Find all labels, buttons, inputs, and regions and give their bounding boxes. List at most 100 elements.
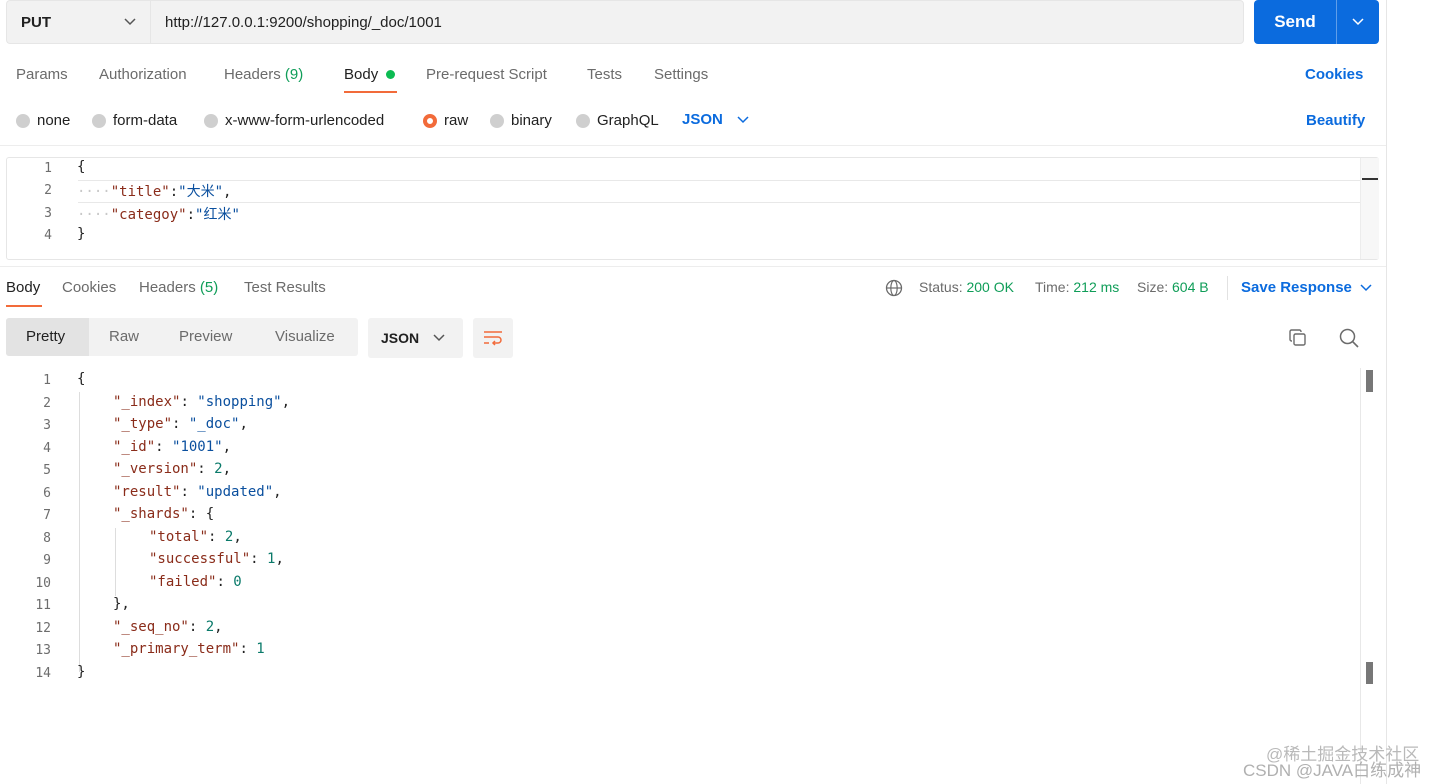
tab-tests[interactable]: Tests (587, 66, 622, 83)
radio-indicator (576, 113, 590, 128)
json-value: "shopping" (197, 394, 282, 410)
code-line: "_version": 2, (113, 461, 232, 477)
search-icon[interactable] (1338, 327, 1360, 349)
editor-scrollbar[interactable] (1360, 158, 1379, 259)
radio-none[interactable]: none (16, 112, 70, 129)
response-tab-test-results[interactable]: Test Results (244, 279, 326, 296)
radio-label: x-www-form-urlencoded (225, 112, 385, 129)
response-format-label: JSON (381, 330, 420, 346)
line-number: 3 (44, 206, 52, 221)
line-number: 10 (35, 576, 51, 591)
copy-icon[interactable] (1288, 328, 1308, 348)
json-value: "1001" (172, 439, 223, 455)
radio-raw[interactable]: raw (423, 112, 468, 129)
response-tab-body[interactable]: Body (6, 279, 40, 296)
code-line: { (77, 159, 85, 175)
tab-params[interactable]: Params (16, 66, 68, 83)
tab-body[interactable]: Body (344, 66, 378, 83)
brace: } (77, 226, 86, 242)
brace: }, (113, 596, 130, 612)
json-sep: , (223, 184, 232, 200)
line-number: 1 (43, 373, 51, 388)
indent-guide (115, 528, 116, 596)
radio-x-www-form-urlencoded[interactable]: x-www-form-urlencoded (204, 112, 384, 129)
chevron-down-icon (1360, 283, 1372, 291)
radio-indicator (204, 113, 218, 128)
view-mode-visualize[interactable]: Visualize (275, 328, 335, 345)
code-line: "_shards": { (113, 506, 215, 522)
active-tab-indicator (6, 305, 42, 307)
line-number: 8 (43, 531, 51, 546)
json-key: "successful" (149, 551, 251, 567)
send-button[interactable]: Send (1254, 0, 1379, 44)
send-label: Send (1274, 12, 1316, 31)
view-mode-preview[interactable]: Preview (179, 328, 232, 345)
tab-authorization[interactable]: Authorization (99, 66, 187, 83)
wrap-lines-icon (484, 331, 502, 346)
json-value: "updated" (197, 484, 274, 500)
view-mode-pretty[interactable]: Pretty (26, 328, 65, 345)
pane-divider[interactable] (1386, 0, 1387, 784)
code-line: "failed": 0 (149, 574, 242, 590)
line-number: 3 (43, 418, 51, 433)
radio-label: raw (444, 112, 469, 129)
json-key: "_primary_term" (113, 641, 240, 657)
code-line: "successful": 1, (149, 551, 284, 567)
json-key: "result" (113, 484, 181, 500)
line-number: 12 (35, 621, 51, 636)
json-sep: : (169, 184, 179, 200)
chevron-down-icon (124, 18, 136, 26)
status-label: Status: (919, 279, 963, 295)
tab-headers-count: (9) (284, 66, 304, 83)
scroll-marker[interactable] (1366, 662, 1373, 684)
wrap-lines-button[interactable] (473, 318, 513, 358)
response-tab-headers[interactable]: Headers (5) (139, 279, 218, 296)
scroll-marker[interactable] (1366, 370, 1373, 392)
response-format-select[interactable]: JSON (368, 318, 463, 358)
save-response-button[interactable]: Save Response (1241, 279, 1372, 296)
beautify-link[interactable]: Beautify (1306, 112, 1365, 129)
json-value: 2 (214, 461, 223, 477)
send-options-button[interactable] (1337, 18, 1379, 26)
scroll-thumb[interactable] (1362, 178, 1378, 180)
response-tab-cookies[interactable]: Cookies (62, 279, 116, 296)
code-line: ····"title":"大米", (77, 181, 231, 201)
line-number: 7 (43, 508, 51, 523)
json-value: 0 (233, 574, 242, 590)
tab-headers[interactable]: Headers (9) (224, 66, 303, 83)
divider (0, 145, 1386, 146)
json-value: 2 (224, 529, 234, 545)
tab-settings[interactable]: Settings (654, 66, 708, 83)
code-line: }, (113, 596, 130, 612)
tab-pre-request-script[interactable]: Pre-request Script (426, 66, 547, 83)
radio-indicator (490, 113, 504, 128)
json-value: 1 (256, 641, 265, 657)
radio-binary[interactable]: binary (490, 112, 552, 129)
code-line: { (77, 371, 85, 387)
line-number: 11 (35, 598, 51, 613)
time-readout: Time: 212 ms (1035, 279, 1119, 295)
line-number: 1 (44, 161, 52, 176)
size-label: Size: (1137, 279, 1169, 295)
brace: { (205, 506, 215, 522)
method-select[interactable]: PUT (6, 0, 150, 44)
code-line: "_type": "_doc", (113, 416, 248, 432)
radio-form-data[interactable]: form-data (92, 112, 177, 129)
save-response-label: Save Response (1241, 279, 1352, 296)
url-input[interactable]: http://127.0.0.1:9200/shopping/_doc/1001 (150, 0, 1244, 44)
view-mode-raw[interactable]: Raw (109, 328, 139, 345)
radio-indicator (16, 113, 30, 128)
method-label: PUT (21, 13, 51, 31)
raw-format-select[interactable]: JSON (682, 111, 749, 128)
radio-graphql[interactable]: GraphQL (576, 112, 659, 129)
body-modified-dot (386, 70, 395, 79)
response-scrollbar[interactable] (1360, 368, 1361, 784)
chevron-down-icon (1352, 18, 1364, 26)
json-key: "failed" (149, 574, 217, 590)
status-readout: Status: 200 OK (919, 279, 1014, 295)
globe-icon[interactable] (885, 279, 903, 297)
time-label: Time: (1035, 279, 1070, 295)
json-value: "大米" (178, 184, 224, 200)
cookies-link[interactable]: Cookies (1305, 66, 1363, 83)
json-key: "_shards" (113, 506, 189, 522)
